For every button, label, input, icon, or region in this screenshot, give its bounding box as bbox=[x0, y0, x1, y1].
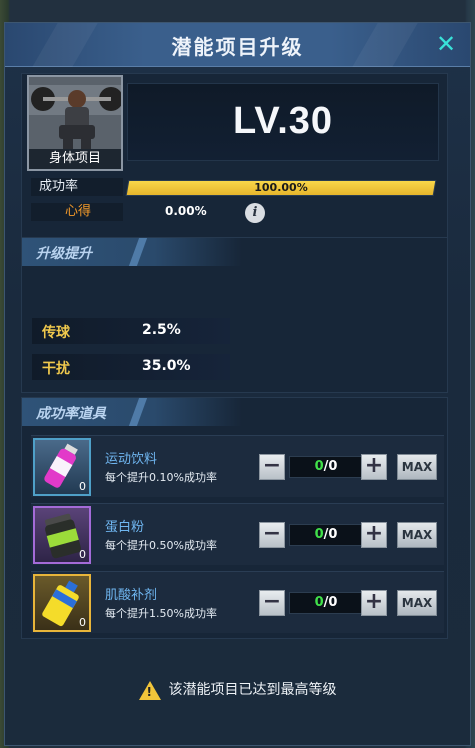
stat-value: 2.5% bbox=[142, 322, 181, 338]
item-name: 蛋白粉 bbox=[105, 520, 145, 535]
stat-label: 干扰 bbox=[42, 361, 70, 377]
item-desc: 每个提升0.10%成功率 bbox=[105, 471, 217, 484]
max-level-notice: ! 该潜能项目已达到最高等级 bbox=[5, 679, 470, 700]
item-row: 0 运动饮料 每个提升0.10%成功率 − 0/0 + MAX bbox=[31, 435, 444, 497]
item-slot[interactable]: 0 bbox=[33, 506, 91, 564]
minus-button[interactable]: − bbox=[259, 522, 285, 548]
plus-button[interactable]: + bbox=[361, 454, 387, 480]
qty-current: 0 bbox=[314, 595, 324, 610]
title-bar: 潜能项目升级 ✕ bbox=[5, 23, 470, 67]
stat-label: 传球 bbox=[42, 325, 70, 341]
warning-icon: ! bbox=[138, 680, 161, 700]
notice-text: 该潜能项目已达到最高等级 bbox=[168, 682, 337, 698]
qty-total: /0 bbox=[323, 595, 338, 610]
item-row: 0 蛋白粉 每个提升0.50%成功率 − 0/0 + MAX bbox=[31, 503, 444, 565]
item-count: 0 bbox=[79, 548, 86, 561]
success-rate-label: 成功率 bbox=[31, 178, 123, 196]
header-slash bbox=[128, 398, 148, 426]
item-desc: 每个提升1.50%成功率 bbox=[105, 607, 217, 620]
item-name: 运动饮料 bbox=[105, 452, 158, 467]
item-name: 肌酸补剂 bbox=[105, 588, 158, 603]
item-desc: 每个提升0.50%成功率 bbox=[105, 539, 217, 552]
items-section-title: 成功率道具 bbox=[36, 406, 106, 422]
item-slot[interactable]: 0 bbox=[33, 574, 91, 632]
item-row: 0 肌酸补剂 每个提升1.50%成功率 − 0/0 + MAX bbox=[31, 571, 444, 633]
item-count: 0 bbox=[79, 480, 86, 493]
weightlifter-icon bbox=[29, 77, 121, 153]
max-button[interactable]: MAX bbox=[397, 522, 437, 548]
quantity-field: 0/0 bbox=[289, 524, 363, 546]
qty-total: /0 bbox=[323, 459, 338, 474]
level-text: LV.30 bbox=[232, 100, 334, 142]
quantity-field: 0/0 bbox=[289, 592, 363, 614]
plus-button[interactable]: + bbox=[361, 522, 387, 548]
insight-label: 心得 bbox=[31, 203, 123, 221]
minus-button[interactable]: − bbox=[259, 590, 285, 616]
info-icon[interactable]: i bbox=[245, 203, 265, 223]
max-button[interactable]: MAX bbox=[397, 590, 437, 616]
item-avatar: 身体项目 bbox=[27, 75, 123, 171]
qty-current: 0 bbox=[314, 459, 324, 474]
close-icon[interactable]: ✕ bbox=[434, 32, 458, 56]
upgrade-dialog: 潜能项目升级 ✕ 身体项目 LV.30 成功率 100.00% 心得 0.00%… bbox=[4, 22, 471, 746]
insight-value: 0.00% bbox=[165, 204, 207, 218]
upgrade-section: 升级提升 传球 2.5% 干扰 35.0% bbox=[21, 237, 448, 393]
minus-button[interactable]: − bbox=[259, 454, 285, 480]
max-button[interactable]: MAX bbox=[397, 454, 437, 480]
stat-value: 35.0% bbox=[142, 358, 191, 374]
stat-row: 传球 2.5% bbox=[32, 318, 230, 344]
items-section-header: 成功率道具 bbox=[22, 398, 242, 426]
qty-current: 0 bbox=[314, 527, 324, 542]
level-box: LV.30 bbox=[127, 83, 439, 161]
item-name: 身体项目 bbox=[29, 149, 121, 169]
dialog-title: 潜能项目升级 bbox=[171, 35, 304, 59]
item-count: 0 bbox=[79, 616, 86, 629]
quantity-field: 0/0 bbox=[289, 456, 363, 478]
upgrade-section-header: 升级提升 bbox=[22, 238, 242, 266]
upgrade-section-title: 升级提升 bbox=[36, 246, 92, 262]
qty-total: /0 bbox=[323, 527, 338, 542]
plus-button[interactable]: + bbox=[361, 590, 387, 616]
header-slash bbox=[128, 238, 148, 266]
item-slot[interactable]: 0 bbox=[33, 438, 91, 496]
stat-row: 干扰 35.0% bbox=[32, 354, 230, 380]
success-rate-value: 100.00% bbox=[254, 181, 308, 194]
